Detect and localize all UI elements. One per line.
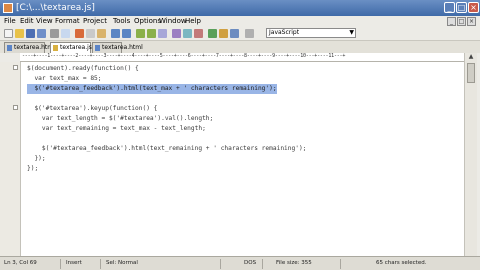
divider: [220, 259, 221, 269]
menu-format[interactable]: Format: [55, 16, 80, 27]
insert-mode: Insert: [66, 260, 82, 266]
code-line: var text_max = 85;: [27, 75, 102, 82]
cursor-position: Ln 3, Col 69: [4, 260, 37, 266]
code-editor[interactable]: $(document).ready(function() { var text_…: [21, 62, 464, 256]
settings-icon[interactable]: [219, 29, 228, 38]
selected-code-line: $('#textarea_feedback').html(text_max + …: [27, 84, 277, 94]
find-next-icon[interactable]: [147, 29, 156, 38]
ruler: ----+----1----+----2----+----3----+----4…: [20, 53, 464, 62]
replace-icon[interactable]: [158, 29, 167, 38]
toolbar: JavaScript ▼: [0, 27, 480, 41]
file-size: File size: 355: [276, 260, 312, 266]
chevron-down-icon: ▼: [349, 29, 354, 36]
column-mode-icon[interactable]: [245, 29, 254, 38]
menu-view[interactable]: View: [36, 16, 53, 27]
fold-toggle[interactable]: [13, 65, 18, 70]
find-icon[interactable]: [136, 29, 145, 38]
redo-icon[interactable]: [122, 29, 131, 38]
help-icon[interactable]: [230, 29, 239, 38]
browser-preview-icon[interactable]: [208, 29, 217, 38]
print-icon[interactable]: [50, 29, 59, 38]
code-line: $(document).ready(function() {: [27, 65, 139, 72]
ruler-icon[interactable]: [183, 29, 192, 38]
save-all-icon[interactable]: [37, 29, 46, 38]
tab-bar: textarea.html textarea.js textarea.html: [0, 41, 480, 53]
divider: [100, 259, 101, 269]
undo-icon[interactable]: [111, 29, 120, 38]
word-wrap-icon[interactable]: [172, 29, 181, 38]
html-file-icon: [7, 45, 12, 51]
ruler-scale: ----+----1----+----2----+----3----+----4…: [22, 53, 346, 59]
tab-label: textarea.js: [60, 44, 92, 51]
selection-mode: Sel: Normal: [106, 260, 138, 266]
cut-icon[interactable]: [75, 29, 84, 38]
scroll-up-icon[interactable]: ▲: [466, 53, 476, 62]
code-line: });: [27, 155, 46, 162]
editor-window: [C:\...\textarea.js] _ □ × File Edit Vie…: [0, 0, 480, 270]
menu-project[interactable]: Project: [83, 16, 107, 27]
print-preview-icon[interactable]: [61, 29, 70, 38]
doc-restore-button[interactable]: □: [457, 17, 466, 26]
new-file-icon[interactable]: [4, 29, 13, 38]
menu-file[interactable]: File: [4, 16, 16, 27]
language-select[interactable]: JavaScript ▼: [266, 28, 356, 38]
save-icon[interactable]: [26, 29, 35, 38]
doc-close-button[interactable]: ×: [467, 17, 476, 26]
line-gutter: [0, 62, 21, 256]
vertical-scrollbar[interactable]: ▲: [464, 53, 477, 256]
tab-label: textarea.html: [102, 44, 143, 51]
menu-edit[interactable]: Edit: [20, 16, 34, 27]
js-file-icon: [53, 45, 58, 51]
code-line: $('#textarea_feedback').html(text_remain…: [27, 145, 307, 152]
tab-textarea-html-2[interactable]: textarea.html: [92, 42, 143, 53]
divider: [262, 259, 263, 269]
line-format: DOS: [244, 260, 257, 266]
menu-bar: File Edit View Format Project Tools Opti…: [0, 16, 480, 27]
scrollbar-thumb[interactable]: [467, 63, 475, 83]
status-bar: Ln 3, Col 69 Insert Sel: Normal DOS File…: [0, 256, 480, 270]
open-folder-icon[interactable]: [15, 29, 24, 38]
language-select-value: JavaScript: [269, 29, 300, 36]
copy-icon[interactable]: [86, 29, 95, 38]
code-line: var text_length = $('#textarea').val().l…: [27, 115, 214, 122]
fold-toggle[interactable]: [13, 105, 18, 110]
tab-textarea-js[interactable]: textarea.js: [50, 42, 92, 53]
menu-options[interactable]: Options: [134, 16, 161, 27]
code-line: $('#textarea').keyup(function() {: [27, 105, 158, 112]
menu-tools[interactable]: Tools: [113, 16, 130, 27]
tab-textarea-html[interactable]: textarea.html: [4, 42, 55, 53]
minimize-button[interactable]: _: [444, 2, 455, 13]
tab-label: textarea.html: [14, 44, 55, 51]
code-line: var text_remaining = text_max - text_len…: [27, 125, 206, 132]
menu-window[interactable]: Window: [159, 16, 187, 27]
divider: [340, 259, 341, 269]
html-file-icon: [95, 45, 100, 51]
menu-help[interactable]: Help: [185, 16, 201, 27]
divider: [60, 259, 61, 269]
code-line: });: [27, 165, 39, 172]
paste-icon[interactable]: [97, 29, 106, 38]
line-numbers-icon[interactable]: [194, 29, 203, 38]
selection-count: 65 chars selected.: [376, 260, 427, 266]
close-button[interactable]: ×: [468, 2, 479, 13]
title-bar: [C:\...\textarea.js] _ □ ×: [0, 0, 480, 16]
doc-minimize-button[interactable]: _: [447, 17, 456, 26]
window-title: [C:\...\textarea.js]: [16, 3, 95, 13]
maximize-button[interactable]: □: [456, 2, 467, 13]
app-icon: [3, 3, 13, 13]
